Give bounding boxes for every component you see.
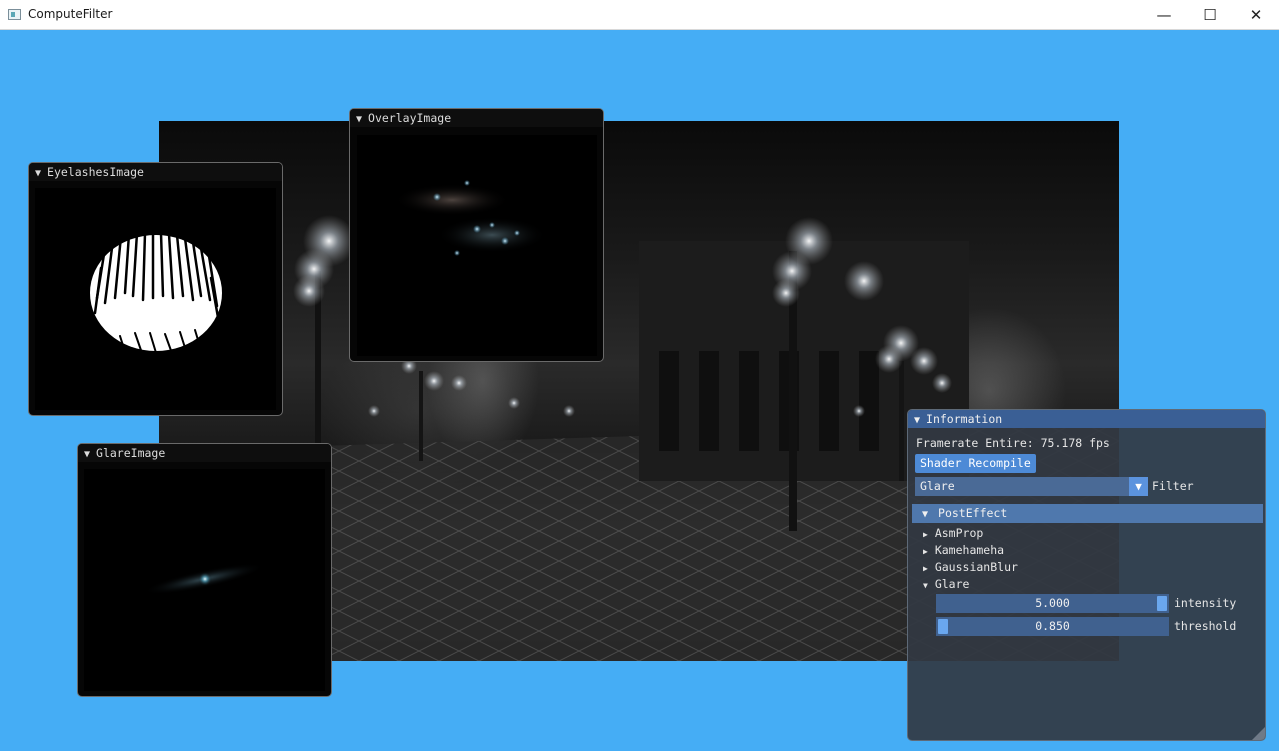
expand-triangle-icon[interactable]: ▶ [923, 564, 928, 573]
collapse-triangle-icon[interactable]: ▼ [35, 168, 41, 179]
collapse-triangle-icon[interactable]: ▼ [356, 114, 362, 125]
collapse-triangle-icon[interactable]: ▼ [923, 581, 928, 590]
tree-node-label: AsmProp [934, 526, 984, 540]
eyelashes-image [35, 188, 276, 410]
overlay-image [357, 135, 597, 356]
tree-node-label: Kamehameha [934, 543, 1005, 557]
overlay-glow-graphic [394, 180, 547, 256]
posteffect-label: PostEffect [938, 506, 1008, 520]
tree-node-gaussianblur[interactable]: ▶ GaussianBlur [923, 559, 1018, 576]
slider-value: 5.000 [1035, 596, 1070, 610]
eyelashes-image-window[interactable]: ▼ EyelashesImage [28, 162, 283, 416]
glare-window-header[interactable]: ▼ GlareImage [78, 444, 331, 462]
close-button[interactable]: ✕ [1233, 0, 1279, 30]
glare-streak-graphic [143, 563, 265, 595]
window-title: ComputeFilter [28, 7, 113, 21]
title-bar: ComputeFilter — ☐ ✕ [0, 0, 1279, 30]
overlay-window-header[interactable]: ▼ OverlayImage [350, 109, 603, 127]
app-icon [8, 9, 21, 20]
glare-window-title: GlareImage [96, 446, 166, 460]
glare-image [84, 469, 325, 691]
intensity-label: intensity [1174, 596, 1237, 610]
information-title: Information [926, 412, 1003, 426]
eyelashes-window-title: EyelashesImage [47, 165, 144, 179]
collapse-triangle-icon[interactable]: ▼ [922, 509, 928, 520]
slider-value: 0.850 [1035, 619, 1070, 633]
collapse-triangle-icon[interactable]: ▼ [914, 415, 920, 426]
eyelashes-window-header[interactable]: ▼ EyelashesImage [29, 163, 282, 181]
posteffect-section-header[interactable]: ▼ PostEffect [912, 504, 1263, 523]
threshold-slider[interactable]: 0.850 [936, 617, 1169, 636]
information-header[interactable]: ▼ Information [908, 410, 1265, 428]
tree-node-kamehameha[interactable]: ▶ Kamehameha [923, 542, 1004, 559]
tree-node-label: Glare [934, 577, 970, 591]
minimize-button[interactable]: — [1141, 0, 1187, 30]
information-panel[interactable]: ▼ Information Framerate Entire: 75.178 fp… [907, 409, 1266, 741]
tree-node-asmprop[interactable]: ▶ AsmProp [923, 525, 983, 542]
tree-node-glare[interactable]: ▼ Glare [923, 576, 969, 593]
glare-image-window[interactable]: ▼ GlareImage [77, 443, 332, 697]
framerate-text: Framerate Entire: 75.178 fps [916, 436, 1110, 450]
filter-select[interactable]: Glare [915, 477, 1138, 496]
intensity-slider[interactable]: 5.000 [936, 594, 1169, 613]
threshold-label: threshold [1174, 619, 1237, 633]
overlay-window-title: OverlayImage [368, 111, 452, 125]
expand-triangle-icon[interactable]: ▶ [923, 547, 928, 556]
dropdown-arrow-icon[interactable]: ▼ [1129, 477, 1148, 496]
filter-label: Filter [1152, 479, 1194, 493]
collapse-triangle-icon[interactable]: ▼ [84, 449, 90, 460]
maximize-button[interactable]: ☐ [1187, 0, 1233, 30]
shader-recompile-button[interactable]: Shader Recompile [915, 454, 1036, 473]
eyelash-mask-graphic [90, 231, 222, 359]
overlay-image-window[interactable]: ▼ OverlayImage [349, 108, 604, 362]
resize-grip[interactable] [1252, 727, 1265, 740]
expand-triangle-icon[interactable]: ▶ [923, 530, 928, 539]
tree-node-label: GaussianBlur [934, 560, 1018, 574]
